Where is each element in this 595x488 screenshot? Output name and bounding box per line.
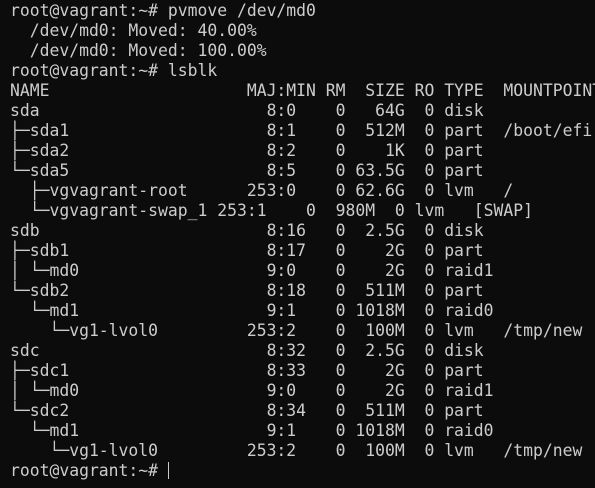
lsblk-row: └─sda5 8:5 0 63.5G 0 part — [10, 161, 484, 180]
lsblk-row: ├─sdb1 8:17 0 2G 0 part — [10, 241, 484, 260]
terminal-window[interactable]: root@vagrant:~# pvmove /dev/md0 /dev/md0… — [0, 0, 595, 488]
lsblk-header-row: NAME MAJ:MIN RM SIZE RO TYPE MOUNTPOINT — [10, 81, 595, 100]
terminal-line: root@vagrant:~# lsblk — [10, 61, 218, 80]
lsblk-row: ├─sda2 8:2 0 1K 0 part — [10, 141, 484, 160]
lsblk-row: sdb 8:16 0 2.5G 0 disk — [10, 221, 484, 240]
terminal-line: /dev/md0: Moved: 100.00% — [10, 41, 267, 60]
lsblk-row: └─vg1-lvol0 253:2 0 100M 0 lvm /tmp/new — [10, 321, 583, 340]
lsblk-row: ├─vgvagrant-root 253:0 0 62.6G 0 lvm / — [10, 181, 514, 200]
lsblk-row: │ └─md0 9:0 0 2G 0 raid1 — [10, 381, 494, 400]
lsblk-row: └─md1 9:1 0 1018M 0 raid0 — [10, 301, 494, 320]
terminal-line: /dev/md0: Moved: 40.00% — [10, 21, 257, 40]
lsblk-row: └─sdc2 8:34 0 511M 0 part — [10, 401, 484, 420]
lsblk-row: └─vgvagrant-swap_1 253:1 0 980M 0 lvm [S… — [10, 201, 534, 220]
lsblk-row: sdc 8:32 0 2.5G 0 disk — [10, 341, 484, 360]
shell-prompt: root@vagrant:~# — [10, 461, 168, 480]
terminal-line: root@vagrant:~# pvmove /dev/md0 — [10, 1, 316, 20]
lsblk-row: ├─sda1 8:1 0 512M 0 part /boot/efi — [10, 121, 593, 140]
lsblk-row: └─vg1-lvol0 253:2 0 100M 0 lvm /tmp/new — [10, 441, 583, 460]
lsblk-row: └─md1 9:1 0 1018M 0 raid0 — [10, 421, 494, 440]
lsblk-row: └─sdb2 8:18 0 511M 0 part — [10, 281, 484, 300]
text-cursor — [167, 462, 169, 479]
lsblk-row: │ └─md0 9:0 0 2G 0 raid1 — [10, 261, 494, 280]
lsblk-row: sda 8:0 0 64G 0 disk — [10, 101, 484, 120]
lsblk-row: ├─sdc1 8:33 0 2G 0 part — [10, 361, 484, 380]
command-input-line[interactable]: root@vagrant:~# — [10, 461, 595, 481]
